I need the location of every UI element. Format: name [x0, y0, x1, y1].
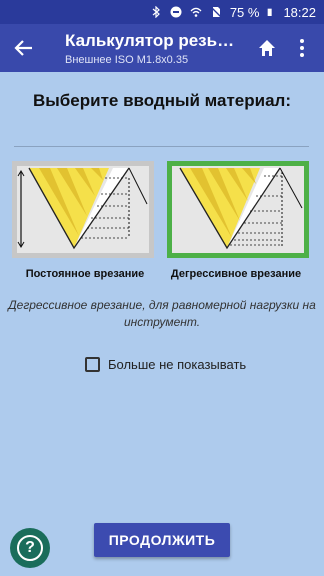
option-degressive-label: Дегрессивное врезание [170, 268, 302, 280]
constant-infeed-diagram [17, 166, 149, 253]
degressive-infeed-diagram [172, 166, 304, 253]
dont-show-again-checkbox[interactable] [85, 357, 100, 372]
dont-show-again-row[interactable]: Больше не показывать [85, 357, 246, 372]
more-vert-icon[interactable] [296, 36, 308, 60]
app-subtitle: Внешнее ISO M1.8x0.35 [65, 54, 189, 66]
dont-show-again-label: Больше не показывать [108, 357, 247, 372]
option-description: Дегрессивное врезание, для равномерной н… [8, 298, 316, 329]
app-title: Калькулятор резь… [65, 31, 235, 50]
page-heading: Выберите вводный материал: [32, 91, 291, 110]
app-bar: Калькулятор резь… Внешнее ISO M1.8x0.35 [0, 24, 324, 72]
battery-percent: 75 % [229, 4, 260, 20]
home-icon[interactable] [255, 36, 279, 60]
wifi-icon [190, 7, 202, 17]
no-sim-icon [211, 7, 222, 18]
do-not-disturb-icon [170, 6, 182, 18]
help-button[interactable]: ? [10, 528, 50, 568]
back-arrow-icon[interactable] [12, 36, 36, 60]
divider [14, 146, 309, 147]
clock: 18:22 [283, 4, 316, 20]
option-degressive-infeed[interactable] [167, 161, 309, 258]
status-bar: 75 % 18:22 [0, 0, 324, 24]
battery-icon [268, 8, 273, 16]
option-constant-label: Постоянное врезание [25, 268, 145, 280]
option-constant-infeed[interactable] [12, 161, 154, 258]
help-icon: ? [17, 535, 43, 561]
bluetooth-icon [152, 6, 160, 18]
continue-button[interactable]: ПРОДОЛЖИТЬ [94, 523, 230, 557]
